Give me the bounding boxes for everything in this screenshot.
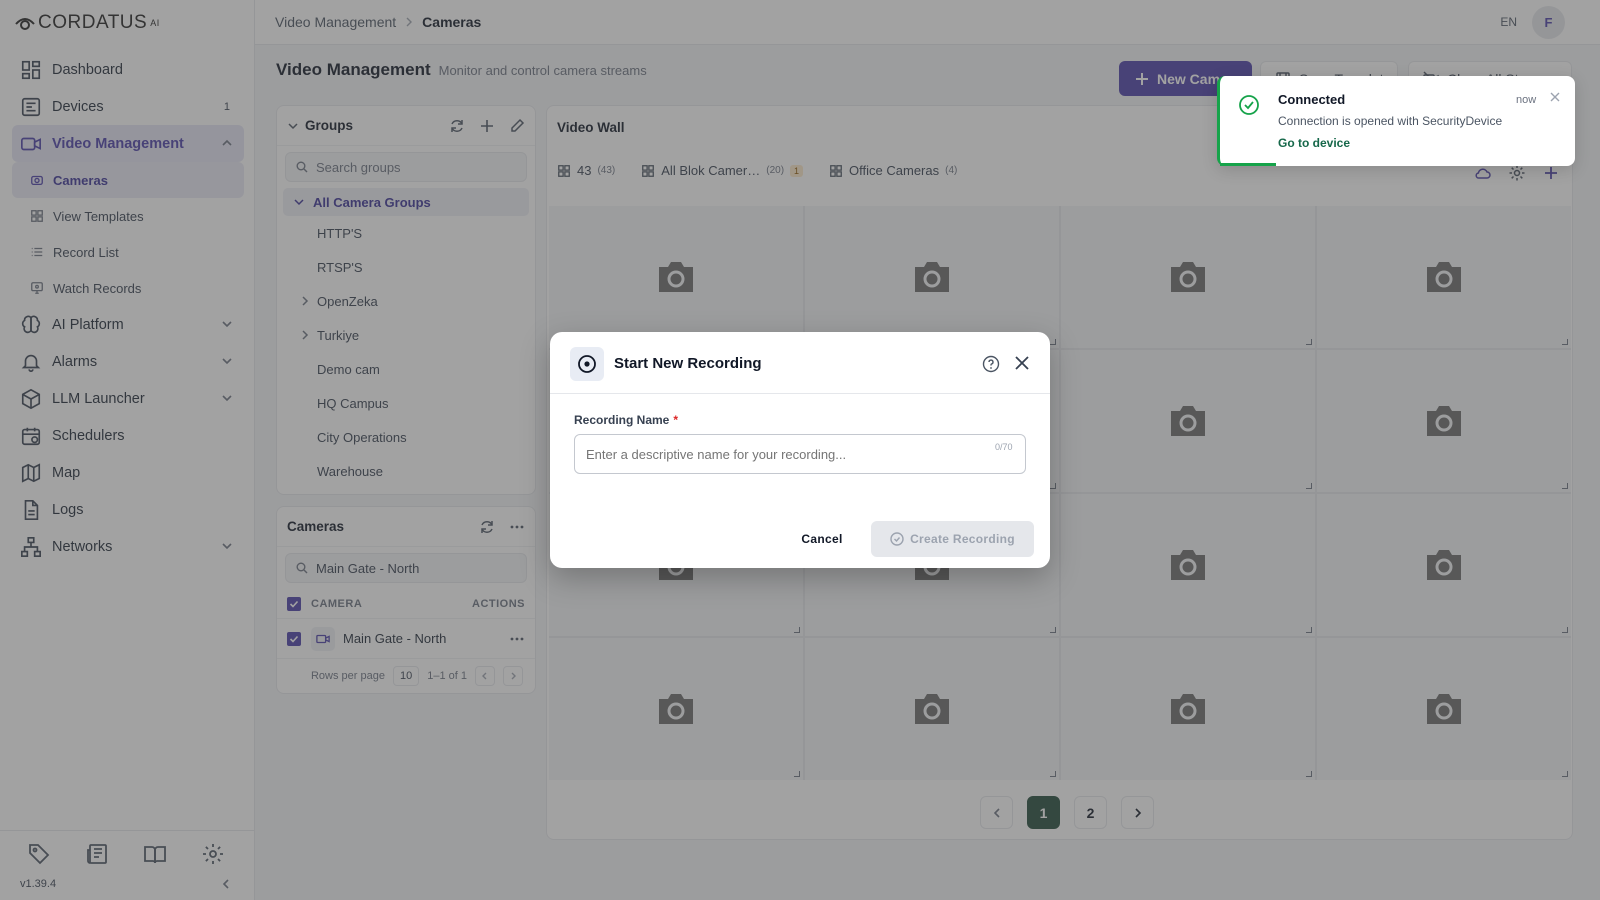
close-icon[interactable] xyxy=(1549,91,1561,103)
check-circle-icon xyxy=(890,532,904,546)
toast-message: Connection is opened with SecurityDevice xyxy=(1278,114,1503,128)
character-counter: 0/70 xyxy=(995,442,1013,452)
start-recording-dialog: Start New Recording Recording Name* 0/70… xyxy=(550,332,1050,568)
recording-name-label: Recording Name * xyxy=(574,413,679,427)
cancel-button[interactable]: Cancel xyxy=(772,522,872,556)
connection-toast: Connected Connection is opened with Secu… xyxy=(1217,76,1575,166)
check-circle-icon xyxy=(1239,95,1259,115)
go-to-device-link[interactable]: Go to device xyxy=(1278,136,1350,150)
create-recording-button[interactable]: Create Recording xyxy=(871,521,1034,557)
recording-name-input[interactable] xyxy=(574,434,1026,474)
help-icon[interactable] xyxy=(982,355,1000,373)
record-icon xyxy=(570,347,604,381)
required-mark: * xyxy=(673,413,679,427)
dialog-title: Start New Recording xyxy=(614,355,762,372)
close-icon[interactable] xyxy=(1014,355,1030,371)
create-recording-label: Create Recording xyxy=(910,532,1015,546)
dialog-header: Start New Recording xyxy=(550,332,1050,394)
toast-progress xyxy=(1220,163,1276,166)
toast-time: now xyxy=(1516,94,1537,106)
toast-title: Connected xyxy=(1278,92,1346,107)
